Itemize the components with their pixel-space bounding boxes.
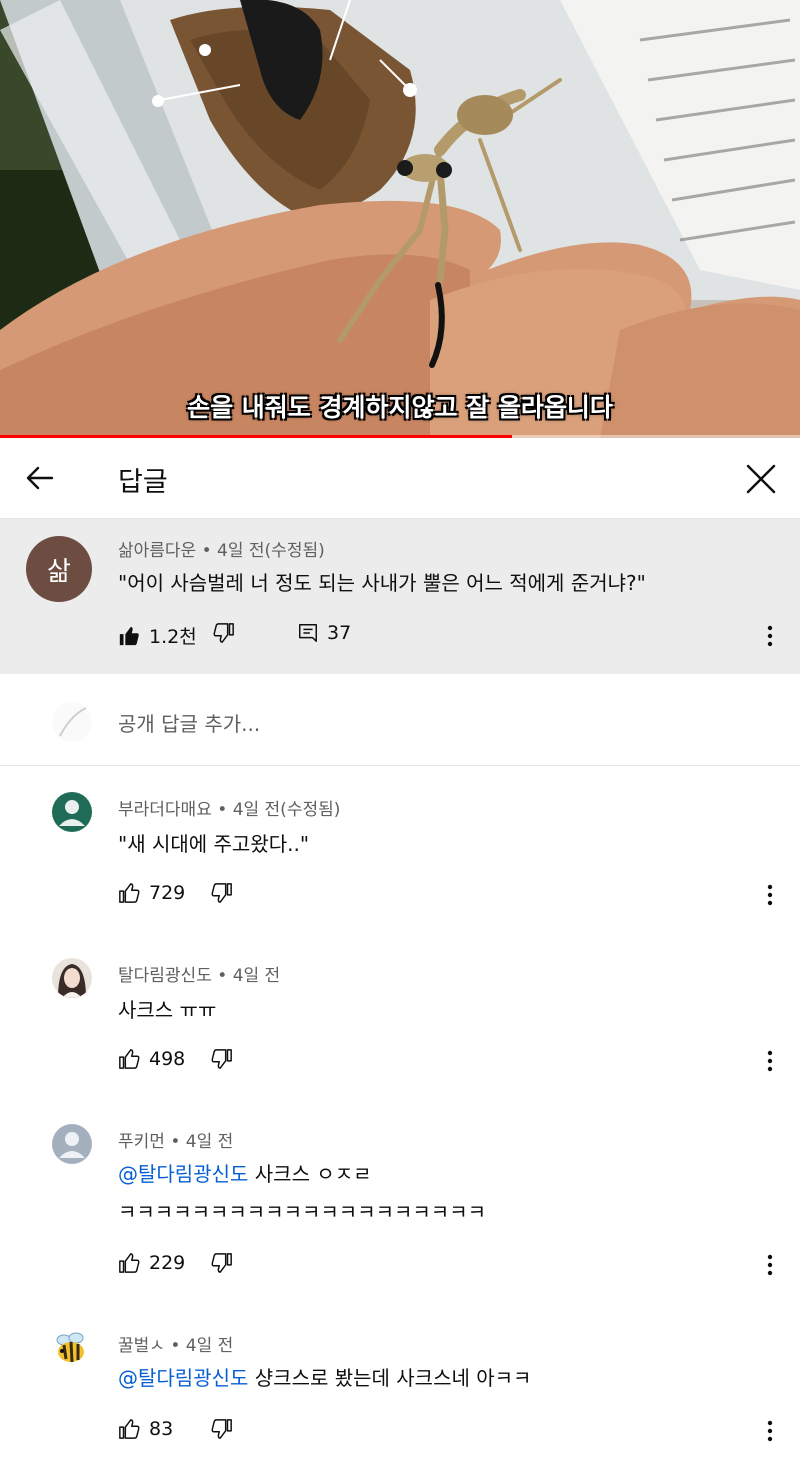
dislike-button[interactable]: [211, 1418, 233, 1440]
avatar[interactable]: 삶: [26, 536, 92, 602]
like-count: 729: [149, 882, 186, 904]
thumb-down-icon: [213, 623, 234, 643]
like-button[interactable]: 498: [118, 1048, 185, 1070]
meta-separator: •: [217, 966, 233, 986]
more-vert-icon: [767, 625, 773, 647]
comment-time: 4일 전: [232, 966, 281, 986]
reply-item: 푸키먼 • 4일 전 @탈다림광신도 사크스 ㅇㅈㄹ ㅋㅋㅋㅋㅋㅋㅋㅋㅋㅋㅋㅋㅋ…: [0, 1112, 800, 1302]
reply-item: 탈다림광신도 • 4일 전 사크스 ㅠㅠ 498: [0, 946, 800, 1096]
comment-text-line2: ㅋㅋㅋㅋㅋㅋㅋㅋㅋㅋㅋㅋㅋㅋㅋㅋㅋㅋㅋㅋ: [118, 1200, 486, 1224]
thumb-down-icon: [211, 1419, 232, 1439]
parent-comment: 삶 삶아름다운 • 4일 전(수정됨) "어이 사슴벌레 너 정도 되는 사내가…: [0, 519, 800, 674]
arrow-left-icon: [26, 466, 54, 490]
add-reply-bar[interactable]: 공개 답글 추가...: [0, 675, 800, 766]
like-button[interactable]: 229: [118, 1252, 185, 1274]
meta-separator: •: [170, 1132, 186, 1152]
comment-text: 사크스 ㅠㅠ: [118, 998, 217, 1022]
page-title: 답글: [118, 467, 168, 498]
comment-time: 4일 전: [185, 1336, 234, 1356]
like-button[interactable]: 83: [118, 1418, 173, 1440]
more-options-button[interactable]: [760, 621, 780, 651]
like-count: 1.2천: [149, 626, 197, 648]
thumb-up-icon: [119, 1253, 140, 1273]
comment-author[interactable]: 부라더다매요: [118, 800, 212, 820]
more-options-button[interactable]: [760, 1416, 780, 1446]
dislike-button[interactable]: [211, 1252, 233, 1274]
comment-text: "새 시대에 주고왔다..": [118, 832, 310, 856]
thumb-down-icon: [211, 1253, 232, 1273]
comment-author[interactable]: 푸키먼: [118, 1132, 165, 1152]
like-button[interactable]: 1.2천: [118, 622, 197, 649]
comment-text: "어이 사슴벌레 너 정도 되는 사내가 뿔은 어느 적에게 준거냐?": [118, 571, 646, 595]
like-count: 83: [149, 1418, 174, 1440]
default-avatar-icon: [59, 1132, 85, 1158]
comment-text: @탈다림광신도 샹크스로 봤는데 사크스네 아ㅋㅋ: [118, 1362, 531, 1391]
video-subtitle: 손을 내줘도 경계하지않고 잘 올라옵니다: [187, 393, 613, 422]
thumb-up-icon: [119, 883, 140, 903]
thumb-down-icon: [211, 1049, 232, 1069]
avatar[interactable]: [52, 792, 92, 832]
video-frame-image: [0, 0, 800, 438]
mention-link[interactable]: @탈다림광신도: [118, 1366, 248, 1390]
thumb-up-icon: [119, 1049, 140, 1069]
replies-header: 답글: [0, 438, 800, 519]
comment-time: 4일 전(수정됨): [217, 541, 325, 561]
dislike-button[interactable]: [213, 622, 235, 644]
user-avatar-image: [59, 707, 87, 737]
more-options-button[interactable]: [760, 1046, 780, 1076]
comment-text-body: 사크스 ㅇㅈㄹ: [254, 1162, 372, 1186]
comment-time: 4일 전(수정됨): [232, 800, 341, 820]
avatar[interactable]: [52, 1124, 92, 1164]
comment-meta: 부라더다매요 • 4일 전(수정됨): [118, 795, 340, 820]
comment-icon: [299, 624, 317, 642]
reply-item: 부라더다매요 • 4일 전(수정됨) "새 시대에 주고왔다.." 729: [0, 780, 800, 930]
comment-text-body: 샹크스로 봤는데 사크스네 아ㅋㅋ: [254, 1366, 532, 1390]
more-vert-icon: [767, 1420, 773, 1442]
more-options-button[interactable]: [760, 880, 780, 910]
comment-time: 4일 전: [185, 1132, 234, 1152]
close-button[interactable]: [740, 458, 782, 500]
avatar[interactable]: [52, 1328, 92, 1368]
profile-photo-avatar: [58, 964, 86, 998]
mention-link[interactable]: @탈다림광신도: [118, 1162, 248, 1186]
comment-meta: 꿀벌ㅅ • 4일 전: [118, 1331, 233, 1356]
like-count: 229: [149, 1252, 186, 1274]
dislike-button[interactable]: [211, 1048, 233, 1070]
comment-meta: 탈다림광신도 • 4일 전: [118, 961, 280, 986]
thumb-up-icon: [119, 1419, 140, 1439]
comment-author[interactable]: 삶아름다운: [118, 541, 196, 561]
reply-count: 37: [327, 622, 352, 644]
user-avatar: [52, 702, 92, 742]
default-avatar-icon: [59, 800, 85, 826]
comment-author[interactable]: 탈다림광신도: [118, 966, 212, 986]
close-icon: [746, 464, 776, 494]
more-vert-icon: [767, 884, 773, 906]
more-options-button[interactable]: [760, 1250, 780, 1280]
meta-separator: •: [201, 541, 218, 561]
like-count: 498: [149, 1048, 186, 1070]
bee-avatar-icon: [56, 1332, 84, 1363]
reply-count-button[interactable]: 37: [297, 622, 351, 644]
meta-separator: •: [170, 1336, 186, 1356]
meta-separator: •: [217, 800, 233, 820]
comment-text: @탈다림광신도 사크스 ㅇㅈㄹ: [118, 1158, 372, 1187]
reply-input[interactable]: 공개 답글 추가...: [118, 708, 260, 737]
comment-author[interactable]: 꿀벌ㅅ: [118, 1336, 165, 1356]
comment-meta: 삶아름다운 • 4일 전(수정됨): [118, 536, 325, 561]
video-player[interactable]: 손을 내줘도 경계하지않고 잘 올라옵니다: [0, 0, 800, 438]
more-vert-icon: [767, 1050, 773, 1072]
dislike-button[interactable]: [211, 882, 233, 904]
back-button[interactable]: [20, 458, 60, 498]
avatar[interactable]: [52, 958, 92, 998]
thumb-up-filled-icon: [119, 626, 139, 645]
like-button[interactable]: 729: [118, 882, 185, 904]
reply-item: 꿀벌ㅅ • 4일 전 @탈다림광신도 샹크스로 봤는데 사크스네 아ㅋㅋ 83: [0, 1316, 800, 1467]
thumb-down-icon: [211, 883, 232, 903]
more-vert-icon: [767, 1254, 773, 1276]
comment-meta: 푸키먼 • 4일 전: [118, 1127, 233, 1152]
